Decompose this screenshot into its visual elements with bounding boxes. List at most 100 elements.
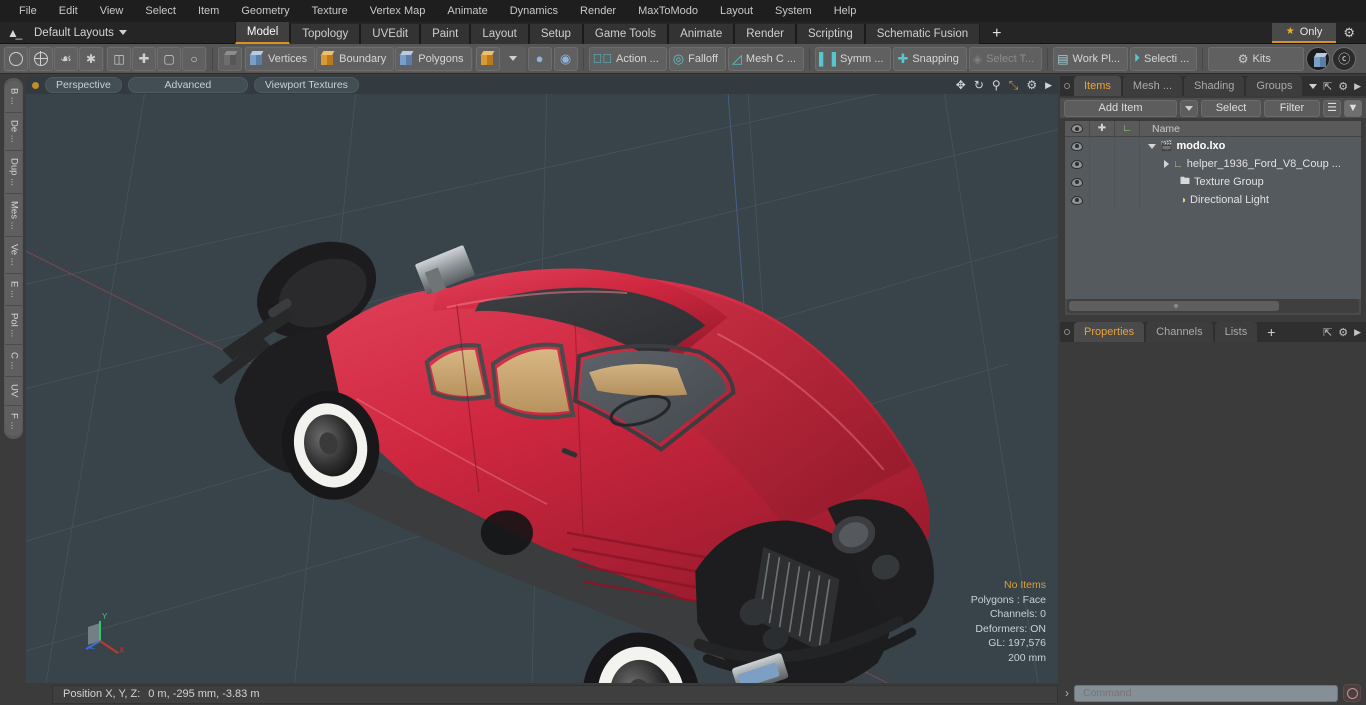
item-row-scene[interactable]: 🎬 modo.lxo — [1140, 140, 1361, 152]
pivot-cell[interactable] — [1115, 137, 1140, 155]
menu-item-texture[interactable]: Texture — [301, 0, 359, 22]
viewport-settings-gear-icon[interactable]: ⚙ — [1026, 78, 1037, 92]
menu-item-system[interactable]: System — [764, 0, 823, 22]
vtab-fusion[interactable]: F ... — [4, 405, 22, 436]
menu-item-view[interactable]: View — [89, 0, 135, 22]
vertices-mode-button[interactable]: Vertices — [245, 46, 316, 71]
menu-item-render[interactable]: Render — [569, 0, 627, 22]
scrollbar-thumb[interactable] — [1069, 301, 1280, 311]
eye-icon[interactable] — [1065, 173, 1090, 191]
menu-item-animate[interactable]: Animate — [436, 0, 498, 22]
vtab-basic[interactable]: B ... — [4, 81, 22, 113]
vtab-uv[interactable]: UV — [4, 377, 22, 406]
menu-item-vertex-map[interactable]: Vertex Map — [359, 0, 437, 22]
arrow-right-icon[interactable]: ▶ — [1354, 81, 1361, 92]
expand-icon[interactable]: ⇱ — [1323, 326, 1332, 339]
menu-item-maxtomodo[interactable]: MaxToModo — [627, 0, 709, 22]
add-item-dropdown-icon[interactable] — [1180, 99, 1198, 117]
kits-button[interactable]: ⚙ Kits — [1208, 46, 1305, 71]
tab-channels[interactable]: Channels — [1146, 322, 1213, 342]
selection-set-button[interactable]: ⏵ Selecti ... — [1130, 46, 1198, 71]
boundary-mode-button[interactable]: Boundary — [316, 46, 395, 71]
view-mode-dropdown[interactable]: Perspective — [45, 77, 122, 93]
snapping-button[interactable]: ✚ Snapping — [893, 46, 967, 71]
vtab-curve[interactable]: C ... — [4, 344, 22, 378]
add-layout-tab-button[interactable]: + — [980, 24, 1013, 44]
lock-cell[interactable] — [1090, 191, 1115, 209]
expand-triangle-icon[interactable] — [1148, 143, 1156, 149]
display-mode-dropdown[interactable]: Viewport Textures — [253, 77, 359, 93]
add-properties-tab-button[interactable]: + — [1259, 323, 1283, 341]
items-mode-button[interactable] — [218, 46, 242, 71]
layout-tab-model[interactable]: Model — [234, 21, 291, 44]
vtab-edge[interactable]: E ... — [4, 273, 22, 306]
move-icon[interactable]: ✚ — [132, 46, 156, 71]
eye-icon[interactable] — [1065, 137, 1090, 155]
chevron-down-icon[interactable] — [501, 47, 525, 71]
tab-shading[interactable]: Shading — [1184, 76, 1245, 96]
action-center-button[interactable]: ✚⃝ Action ... — [588, 46, 667, 71]
tab-lists[interactable]: Lists — [1214, 322, 1258, 342]
sphere-paint-icon[interactable]: ● — [527, 46, 552, 71]
item-row-helper-mesh[interactable]: ∟ helper_1936_Ford_V8_Coup ... — [1140, 158, 1361, 170]
menu-item-help[interactable]: Help — [823, 0, 868, 22]
mode-cube-icon[interactable] — [475, 46, 500, 71]
vtab-polygon[interactable]: Pol ... — [4, 305, 22, 345]
layout-tab-paint[interactable]: Paint — [420, 23, 471, 44]
item-row-directional-light[interactable]: ◑ Directional Light — [1140, 194, 1361, 206]
lock-cell[interactable] — [1090, 137, 1115, 155]
falloff-button[interactable]: ◎ Falloff — [668, 46, 726, 71]
tab-properties[interactable]: Properties — [1074, 322, 1145, 342]
pan-icon[interactable]: ✥ — [956, 78, 966, 92]
layout-tab-animate[interactable]: Animate — [668, 23, 735, 44]
polygons-mode-button[interactable]: Polygons — [395, 46, 472, 71]
menu-item-file[interactable]: File — [8, 0, 48, 22]
gear-icon[interactable]: ⚙ — [1336, 25, 1362, 41]
item-list-body[interactable]: 🎬 modo.lxo ∟ helper_1936_Ford_V8_Coup ..… — [1065, 137, 1361, 299]
panel-menu-dot-icon[interactable] — [1064, 329, 1070, 335]
unreal-badge-icon[interactable]: ⓒ — [1332, 46, 1357, 71]
rotate-icon[interactable]: ○ — [182, 46, 206, 71]
select-button[interactable]: Select — [1201, 99, 1261, 117]
3d-viewport[interactable]: No Items Polygons : Face Channels: 0 Def… — [26, 94, 1058, 683]
shading-mode-dropdown[interactable]: Advanced — [127, 77, 248, 93]
eye-icon[interactable] — [1065, 155, 1090, 173]
align-icon[interactable]: ◫ — [107, 46, 131, 71]
circle-icon[interactable] — [4, 46, 28, 71]
layout-tab-setup[interactable]: Setup — [528, 23, 583, 44]
properties-panel-body[interactable] — [1060, 342, 1366, 681]
gear-icon[interactable]: ⚙ — [1338, 326, 1348, 339]
tab-groups[interactable]: Groups — [1246, 76, 1303, 96]
expand-icon[interactable]: ⇱ — [1323, 80, 1332, 93]
vtab-deform[interactable]: De ... — [4, 112, 22, 151]
layout-tab-topology[interactable]: Topology — [290, 23, 361, 44]
command-input[interactable] — [1074, 684, 1338, 702]
layout-tab-schematic-fusion[interactable]: Schematic Fusion — [864, 23, 981, 44]
add-item-button[interactable]: Add Item — [1064, 99, 1177, 117]
item-list-horizontal-scrollbar[interactable] — [1067, 299, 1359, 313]
table-row[interactable]: ◑ Directional Light — [1065, 191, 1361, 209]
layout-tab-uvedit[interactable]: UVEdit — [360, 23, 421, 44]
vtab-mesh-edit[interactable]: Mes ... — [4, 193, 22, 238]
item-row-texture-group[interactable]: 🖿 Texture Group — [1140, 174, 1361, 191]
modo-badge-icon[interactable] — [1306, 46, 1331, 71]
pivot-cell[interactable] — [1115, 191, 1140, 209]
layout-tab-render[interactable]: Render — [734, 23, 796, 44]
expand-triangle-icon[interactable] — [1164, 160, 1169, 168]
symmetry-button[interactable]: ▌▐ Symm ... — [815, 46, 892, 71]
filter-button[interactable]: Filter — [1264, 99, 1320, 117]
menu-item-edit[interactable]: Edit — [48, 0, 89, 22]
scale-icon[interactable]: ▢ — [157, 46, 181, 71]
lock-cell[interactable] — [1090, 173, 1115, 191]
mesh-constraint-button[interactable]: ◿ Mesh C ... — [727, 46, 805, 71]
pivot-cell[interactable] — [1115, 155, 1140, 173]
menu-item-layout[interactable]: Layout — [709, 0, 764, 22]
pen-icon[interactable]: ☙ — [54, 46, 78, 71]
vtab-vertex[interactable]: Ve ... — [4, 237, 22, 274]
only-toggle-button[interactable]: ★ Only — [1271, 22, 1337, 43]
default-layouts-dropdown[interactable]: Default Layouts — [26, 23, 135, 43]
funnel-icon[interactable]: ▼ — [1344, 99, 1362, 117]
rotate-icon[interactable]: ↻ — [974, 78, 984, 92]
fit-icon[interactable]: ⤡ — [1009, 78, 1019, 93]
table-row[interactable]: 🎬 modo.lxo — [1065, 137, 1361, 155]
